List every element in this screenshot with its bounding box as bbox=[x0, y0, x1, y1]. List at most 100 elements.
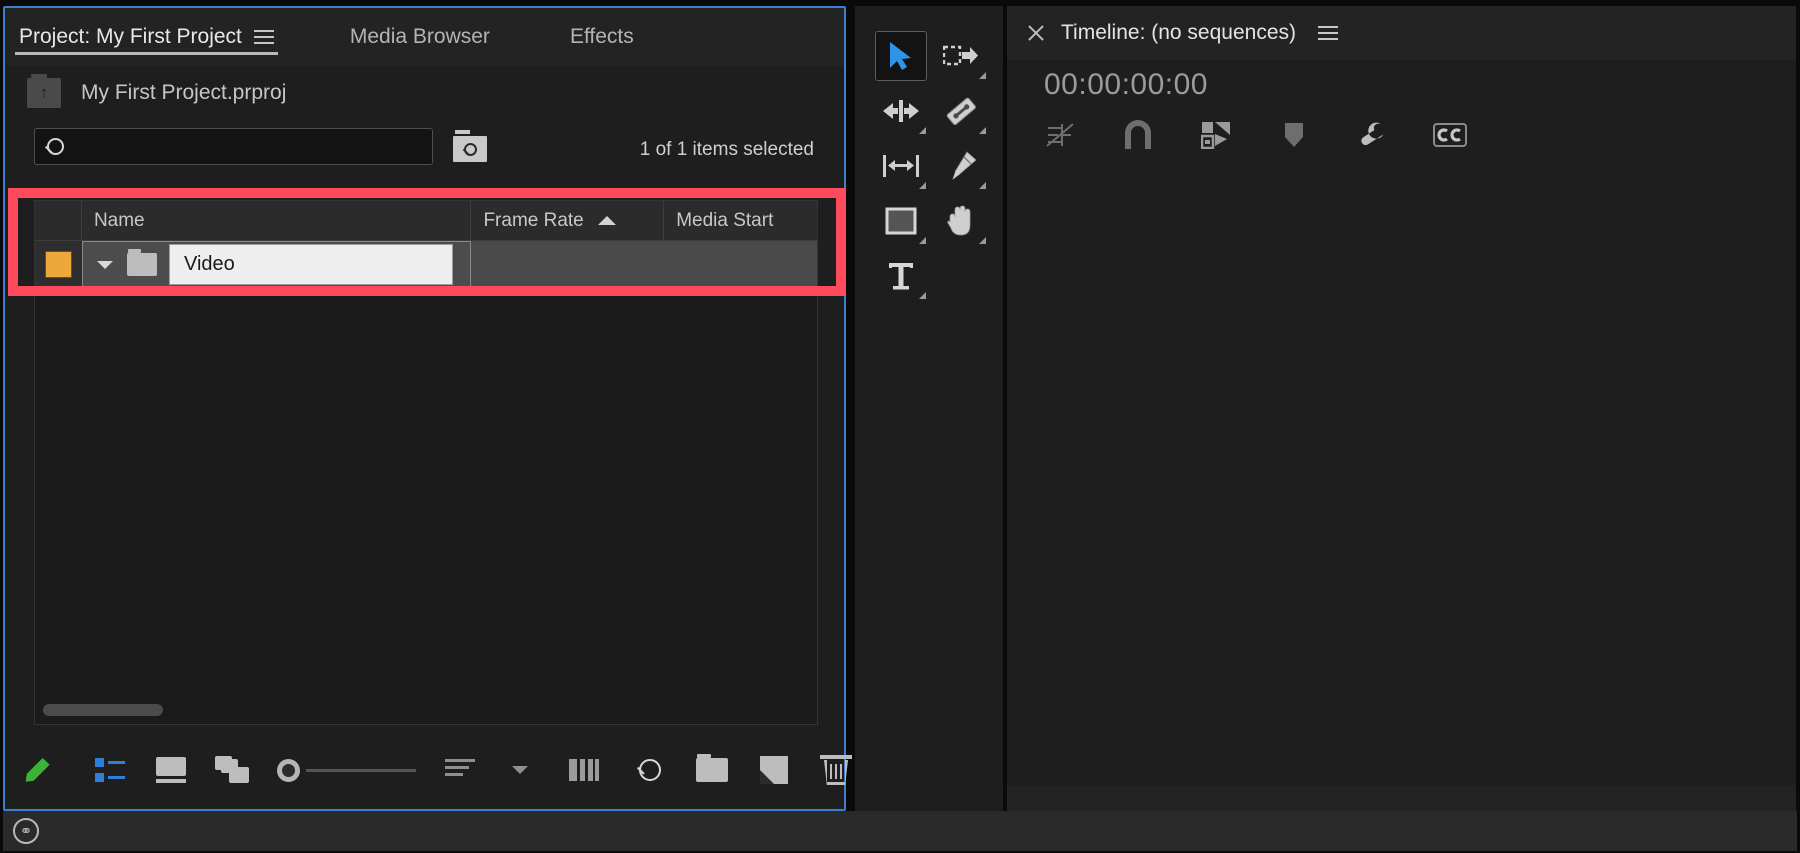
closed-captions-icon bbox=[1433, 123, 1467, 147]
sort-lines-icon bbox=[445, 759, 475, 781]
column-name[interactable]: Name bbox=[82, 201, 472, 240]
freeform-view-icon bbox=[215, 756, 249, 784]
zoom-slider-track[interactable] bbox=[306, 769, 416, 772]
chevron-down-icon bbox=[512, 766, 528, 774]
razor-tool[interactable] bbox=[931, 83, 991, 138]
ripple-edit-tool[interactable] bbox=[871, 83, 931, 138]
track-select-forward-icon bbox=[943, 43, 979, 69]
table-row[interactable] bbox=[35, 241, 817, 288]
hand-icon bbox=[946, 205, 976, 237]
horizontal-scrollbar[interactable] bbox=[43, 704, 803, 716]
timeline-tabbar: Timeline: (no sequences) bbox=[1007, 6, 1796, 60]
timeline-toolbar bbox=[1043, 118, 1467, 152]
disclosure-triangle-icon[interactable] bbox=[83, 261, 127, 269]
type-tool[interactable] bbox=[871, 248, 931, 303]
find-button-bottom[interactable] bbox=[619, 731, 681, 809]
project-panel-tabbar: Project: My First Project Media Browser … bbox=[5, 8, 844, 66]
linked-selection-button[interactable] bbox=[1199, 118, 1233, 152]
status-bar: ⚭ bbox=[3, 811, 1797, 851]
bin-folder-icon bbox=[127, 253, 157, 276]
pen-tool[interactable] bbox=[931, 138, 991, 193]
sort-icon-button[interactable] bbox=[429, 731, 491, 809]
tab-project-label: Project: My First Project bbox=[19, 25, 242, 49]
timeline-canvas[interactable] bbox=[1007, 158, 1796, 785]
horizontal-scrollbar-thumb[interactable] bbox=[43, 704, 163, 716]
track-select-forward-tool[interactable] bbox=[931, 28, 991, 83]
tab-effects-label: Effects bbox=[570, 25, 634, 49]
selection-tool[interactable] bbox=[875, 31, 927, 81]
timeline-display-settings-button[interactable] bbox=[1355, 118, 1389, 152]
slip-icon bbox=[882, 153, 920, 179]
rectangle-icon bbox=[885, 207, 917, 235]
parent-folder-icon[interactable] bbox=[27, 78, 61, 108]
tool-flyout-indicator bbox=[919, 292, 926, 299]
close-icon[interactable] bbox=[1025, 22, 1047, 44]
selection-status: 1 of 1 items selected bbox=[640, 139, 814, 161]
wrench-icon bbox=[1357, 120, 1387, 150]
freeform-view-pencil-button[interactable] bbox=[5, 731, 79, 809]
magnet-icon bbox=[1124, 120, 1152, 150]
column-frame-rate[interactable]: Frame Rate bbox=[471, 201, 664, 240]
hamburger-menu-icon[interactable] bbox=[1318, 26, 1338, 40]
column-name-label: Name bbox=[94, 210, 145, 232]
panel-menu-icon[interactable] bbox=[254, 30, 274, 44]
insert-overwrite-sequence-button[interactable] bbox=[1043, 118, 1077, 152]
column-frame-rate-label: Frame Rate bbox=[483, 210, 583, 232]
new-bin-icon bbox=[696, 758, 728, 782]
snap-in-timeline-button[interactable] bbox=[1121, 118, 1155, 152]
list-view-icon bbox=[95, 757, 125, 783]
color-label-swatch[interactable] bbox=[45, 251, 72, 278]
timeline-timecode[interactable]: 00:00:00:00 bbox=[1044, 68, 1208, 102]
find-in-bin-icon[interactable] bbox=[453, 130, 487, 162]
tool-flyout-indicator bbox=[919, 127, 926, 134]
project-panel: Project: My First Project Media Browser … bbox=[3, 6, 846, 811]
tab-media-browser[interactable]: Media Browser bbox=[336, 8, 504, 66]
breadcrumb: My First Project.prproj bbox=[5, 66, 844, 120]
pencil-icon bbox=[27, 755, 57, 785]
bin-column-headers: Name Frame Rate Media Start bbox=[35, 201, 817, 241]
new-bin-button[interactable] bbox=[681, 731, 743, 809]
rectangle-tool[interactable] bbox=[871, 193, 931, 248]
search-input[interactable] bbox=[64, 136, 432, 157]
row-frame-rate-cell[interactable] bbox=[471, 241, 664, 288]
zoom-level-slider[interactable] bbox=[263, 731, 429, 809]
tool-flyout-indicator bbox=[919, 237, 926, 244]
row-color-swatch-cell[interactable] bbox=[35, 241, 82, 288]
timeline-title: Timeline: (no sequences) bbox=[1061, 21, 1296, 45]
tools-grid bbox=[871, 28, 991, 303]
creative-cloud-icon[interactable]: ⚭ bbox=[13, 818, 39, 844]
icon-view-button[interactable] bbox=[141, 731, 201, 809]
bin-rows bbox=[35, 241, 817, 288]
bin-name-edit-input[interactable] bbox=[169, 244, 453, 285]
column-color-swatch[interactable] bbox=[35, 201, 82, 240]
new-item-icon bbox=[760, 756, 788, 784]
automate-to-sequence-button[interactable] bbox=[549, 731, 619, 809]
timeline-panel: Timeline: (no sequences) 00:00:00:00 bbox=[1007, 6, 1796, 811]
column-media-start-label: Media Start bbox=[676, 210, 773, 232]
closed-captions-button[interactable] bbox=[1433, 118, 1467, 152]
type-t-icon bbox=[887, 261, 915, 291]
hand-tool[interactable] bbox=[931, 193, 991, 248]
add-marker-button[interactable] bbox=[1277, 118, 1311, 152]
zoom-slider-knob[interactable] bbox=[277, 759, 300, 782]
ripple-edit-icon bbox=[882, 99, 920, 123]
list-view-button[interactable] bbox=[79, 731, 141, 809]
column-media-start[interactable]: Media Start bbox=[664, 201, 817, 240]
pen-icon bbox=[945, 151, 977, 181]
tool-flyout-indicator bbox=[979, 72, 986, 79]
icon-view-icon bbox=[156, 757, 186, 783]
arrow-cursor-icon bbox=[888, 41, 914, 71]
row-name-cell[interactable] bbox=[82, 241, 471, 288]
freeform-view-button[interactable] bbox=[201, 731, 263, 809]
search-field-wrapper[interactable] bbox=[34, 128, 433, 165]
slip-tool[interactable] bbox=[871, 138, 931, 193]
automate-icon bbox=[569, 759, 599, 781]
timeline-footer bbox=[1007, 785, 1796, 811]
tab-effects[interactable]: Effects bbox=[556, 8, 648, 66]
sort-dropdown-button[interactable] bbox=[491, 731, 549, 809]
row-media-start-cell[interactable] bbox=[664, 241, 817, 288]
no-sequence-icon bbox=[1045, 120, 1075, 150]
tab-project[interactable]: Project: My First Project bbox=[5, 8, 288, 66]
new-item-button[interactable] bbox=[743, 731, 805, 809]
bin-list: Name Frame Rate Media Start bbox=[34, 200, 818, 725]
